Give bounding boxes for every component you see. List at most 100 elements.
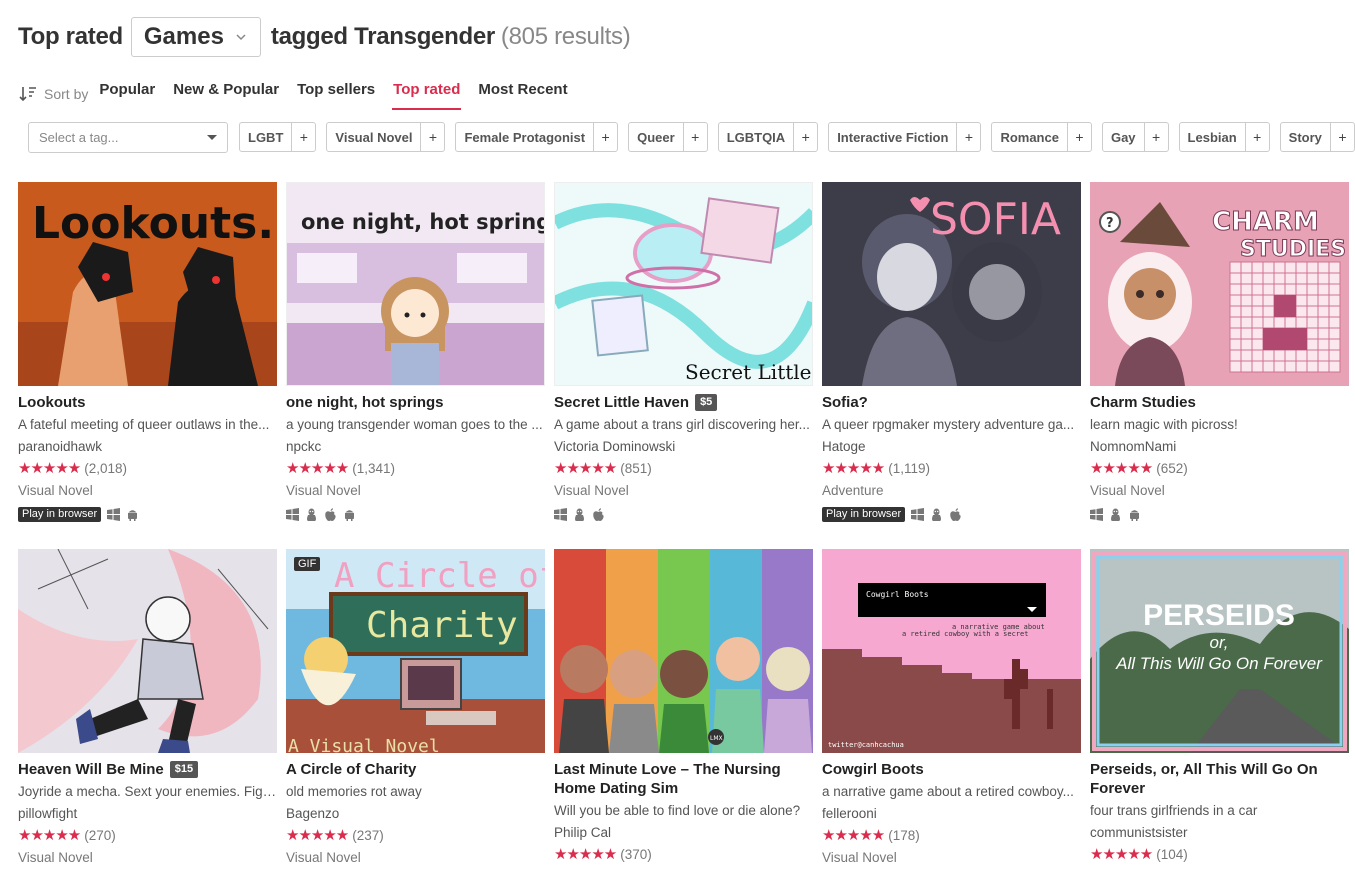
game-title-text: Lookouts bbox=[18, 394, 86, 411]
sort-popular[interactable]: Popular bbox=[98, 78, 156, 110]
game-genre: Adventure bbox=[822, 483, 884, 498]
game-title[interactable]: one night, hot springs bbox=[286, 393, 545, 412]
rating-count: (652) bbox=[1156, 461, 1188, 476]
plus-icon[interactable]: + bbox=[593, 123, 617, 151]
plus-icon[interactable]: + bbox=[1143, 123, 1168, 151]
rating-stars-icon: ★★★★★ bbox=[18, 827, 81, 844]
game-title[interactable]: Lookouts bbox=[18, 393, 277, 412]
tag-chip-story[interactable]: Story + bbox=[1279, 122, 1355, 152]
game-thumbnail[interactable] bbox=[18, 549, 277, 753]
game-author[interactable]: communistsister bbox=[1090, 823, 1349, 842]
tag-chip-interactive-fiction[interactable]: Interactive Fiction + bbox=[828, 122, 982, 152]
game-title-text: Perseids, or, All This Will Go On Foreve… bbox=[1090, 761, 1318, 797]
tag-chip-lesbian[interactable]: Lesbian + bbox=[1178, 122, 1270, 152]
tag-chip-label: LGBT bbox=[248, 129, 284, 145]
rating-stars-icon: ★★★★★ bbox=[286, 827, 349, 844]
rating-count: (237) bbox=[352, 828, 384, 843]
game-author[interactable]: fellerooni bbox=[822, 804, 1081, 823]
thumb-title-text: All This Will Go On Forever bbox=[1115, 654, 1323, 673]
chevron-down-icon bbox=[236, 34, 246, 41]
thumb-box-text: Cowgirl Boots bbox=[866, 590, 929, 599]
rating-stars-icon: ★★★★★ bbox=[1090, 460, 1153, 477]
tag-chip-label: Interactive Fiction bbox=[837, 129, 949, 145]
tag-chip-queer[interactable]: Queer + bbox=[628, 122, 708, 152]
android-icon bbox=[345, 509, 354, 521]
rating-count: (270) bbox=[84, 828, 116, 843]
tag-chip-romance[interactable]: Romance + bbox=[991, 122, 1092, 152]
plus-icon[interactable]: + bbox=[1244, 123, 1269, 151]
game-author[interactable]: Victoria Dominowski bbox=[554, 437, 813, 456]
sort-top-rated[interactable]: Top rated bbox=[392, 78, 462, 110]
game-author[interactable]: pillowfight bbox=[18, 804, 277, 823]
game-title[interactable]: Perseids, or, All This Will Go On Foreve… bbox=[1090, 760, 1349, 798]
game-author[interactable]: Bagenzo bbox=[286, 804, 545, 823]
platform-list: Play in browser bbox=[822, 506, 1081, 522]
game-title[interactable]: Sofia? bbox=[822, 393, 1081, 412]
tag-chip-visual-novel[interactable]: Visual Novel + bbox=[326, 122, 446, 152]
game-thumbnail[interactable]: A Circle of Charity A Visual Novel GIF bbox=[286, 549, 545, 753]
tag-chip-gay[interactable]: Gay + bbox=[1101, 122, 1169, 152]
game-card: ? CHARM STUDIES Charm Studies learn magi… bbox=[1090, 182, 1349, 522]
game-thumbnail[interactable]: PERSEIDS or, All This Will Go On Forever bbox=[1090, 549, 1349, 753]
rating-stars-icon: ★★★★★ bbox=[1090, 846, 1153, 863]
plus-icon[interactable]: + bbox=[420, 123, 444, 151]
android-icon bbox=[128, 509, 138, 521]
thumb-title-text: SOFIA bbox=[930, 194, 1061, 245]
plus-icon[interactable]: + bbox=[1066, 123, 1091, 151]
game-card: Heaven Will Be Mine $15 Joyride a mecha. … bbox=[18, 549, 277, 867]
game-title[interactable]: Heaven Will Be Mine $15 bbox=[18, 760, 277, 779]
sort-top-sellers[interactable]: Top sellers bbox=[296, 78, 376, 110]
rating-count: (851) bbox=[620, 461, 652, 476]
tag-chip-label: Gay bbox=[1110, 129, 1136, 145]
game-author[interactable]: npckc bbox=[286, 437, 545, 456]
game-thumbnail[interactable]: Cowgirl Boots a narrative game about a r… bbox=[822, 549, 1081, 753]
plus-icon[interactable]: + bbox=[793, 123, 817, 151]
game-title[interactable]: Cowgirl Boots bbox=[822, 760, 1081, 779]
rating-stars-icon: ★★★★★ bbox=[18, 460, 81, 477]
game-thumbnail[interactable]: Secret Little Haven bbox=[554, 182, 813, 386]
game-title-text: Charm Studies bbox=[1090, 394, 1196, 411]
game-title[interactable]: Last Minute Love – The Nursing Home Dati… bbox=[554, 760, 813, 798]
game-author[interactable]: paranoidhawk bbox=[18, 437, 277, 456]
game-title[interactable]: Charm Studies bbox=[1090, 393, 1349, 412]
plus-icon[interactable]: + bbox=[956, 123, 980, 151]
rating-stars-icon: ★★★★★ bbox=[554, 460, 617, 477]
tag-chip-lgbt[interactable]: LGBT + bbox=[239, 122, 317, 152]
sort-new-popular[interactable]: New & Popular bbox=[172, 78, 280, 110]
plus-icon[interactable]: + bbox=[682, 123, 707, 151]
game-title-text: one night, hot springs bbox=[286, 394, 444, 411]
windows-icon bbox=[286, 507, 299, 521]
game-thumbnail[interactable]: ? CHARM STUDIES bbox=[1090, 182, 1349, 386]
plus-icon[interactable]: + bbox=[291, 123, 315, 151]
price-badge: $15 bbox=[169, 761, 199, 778]
rating-count: (104) bbox=[1156, 847, 1188, 862]
play-in-browser-badge: Play in browser bbox=[18, 506, 102, 522]
thumb-title-text: or, bbox=[1210, 633, 1229, 652]
game-title-text: Sofia? bbox=[822, 394, 868, 411]
game-title[interactable]: A Circle of Charity bbox=[286, 760, 545, 779]
game-title-text: Cowgirl Boots bbox=[822, 761, 924, 778]
game-author[interactable]: Philip Cal bbox=[554, 823, 813, 842]
game-card: Cowgirl Boots a narrative game about a r… bbox=[822, 549, 1081, 867]
game-card: one night, hot springs one night, hot sp… bbox=[286, 182, 545, 522]
thumb-title-text: PERSEIDS bbox=[1143, 599, 1295, 632]
tag-chip-female-protagonist[interactable]: Female Protagonist + bbox=[455, 122, 619, 152]
game-thumbnail[interactable]: one night, hot springs bbox=[286, 182, 545, 386]
linux-icon bbox=[307, 508, 316, 521]
sort-most-recent[interactable]: Most Recent bbox=[477, 78, 568, 110]
game-thumbnail[interactable]: LMX bbox=[554, 549, 813, 753]
tag-select[interactable]: Select a tag... bbox=[28, 121, 228, 153]
game-genre: Visual Novel bbox=[286, 850, 361, 865]
tag-chip-lgbtqia[interactable]: LGBTQIA + bbox=[717, 122, 819, 152]
game-author[interactable]: Hatoge bbox=[822, 437, 1081, 456]
game-description: a young transgender woman goes to the ..… bbox=[286, 417, 543, 432]
game-title[interactable]: Secret Little Haven $5 bbox=[554, 393, 813, 412]
game-author[interactable]: NomnomNami bbox=[1090, 437, 1349, 456]
plus-icon[interactable]: + bbox=[1329, 123, 1354, 151]
game-thumbnail[interactable]: Lookouts. bbox=[18, 182, 277, 386]
game-description: old memories rot away bbox=[286, 784, 422, 799]
game-description: a narrative game about a retired cowboy.… bbox=[822, 784, 1074, 799]
game-rating: ★★★★★ (1,341) bbox=[286, 459, 545, 478]
game-thumbnail[interactable]: SOFIA bbox=[822, 182, 1081, 386]
type-select[interactable]: Games bbox=[130, 17, 261, 57]
